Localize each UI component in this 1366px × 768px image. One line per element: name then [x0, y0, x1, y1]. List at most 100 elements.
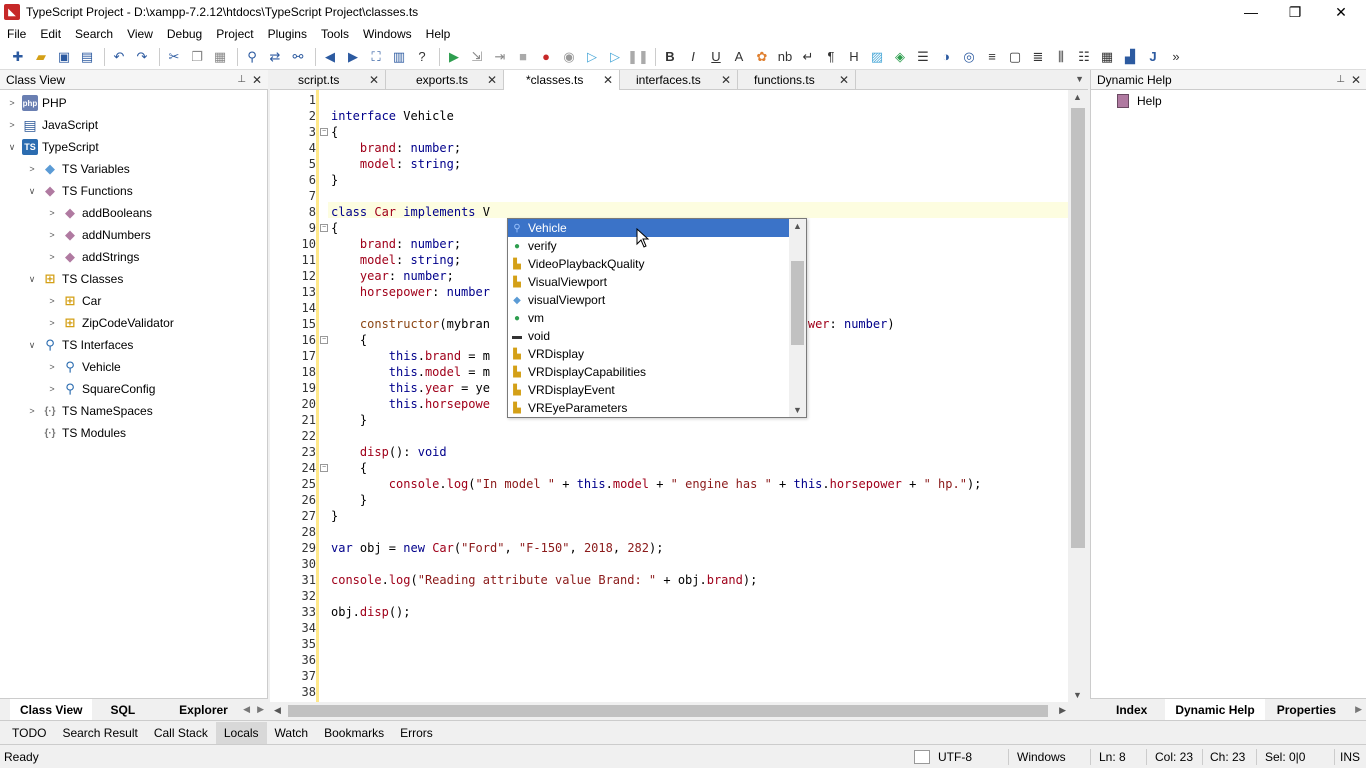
close-tab-icon[interactable]: ✕ — [369, 73, 379, 87]
status-encoding[interactable]: UTF-8 — [938, 745, 972, 768]
close-window-button[interactable]: ✕ — [1318, 0, 1364, 24]
underline-icon[interactable]: U — [706, 47, 726, 67]
tree-item-addstrings[interactable]: > ◆ addStrings — [0, 246, 268, 268]
back-icon[interactable]: ◀ — [320, 47, 340, 67]
tab-functions-ts[interactable]: functions.ts ✕ — [738, 70, 856, 90]
expand-arrow-icon[interactable]: > — [6, 120, 18, 130]
editor-horizontal-scrollbar[interactable]: ◀ ▶ — [270, 702, 1070, 720]
collapse-arrow-icon[interactable]: ∨ — [26, 340, 38, 351]
editor-vertical-scrollbar[interactable]: ▲ ▼ — [1068, 90, 1088, 702]
scrollbar-thumb[interactable] — [288, 705, 1048, 717]
autocomplete-item[interactable]: ▙ VRDisplayCapabilities — [508, 363, 806, 381]
run-icon[interactable]: ▶ — [444, 47, 464, 67]
status-line-ending[interactable]: Windows — [1017, 745, 1066, 768]
find-icon[interactable]: ⚲ — [242, 47, 262, 67]
more-tools-icon[interactable]: » — [1166, 47, 1186, 67]
expand-arrow-icon[interactable]: > — [46, 252, 58, 262]
nonbreaking-space-icon[interactable]: nb — [775, 47, 795, 67]
tree-item-ts-interfaces[interactable]: ∨ ⚲ TS Interfaces — [0, 334, 268, 356]
tree-item-vehicle[interactable]: > ⚲ Vehicle — [0, 356, 268, 378]
tree-item-addbooleans[interactable]: > ◆ addBooleans — [0, 202, 268, 224]
scroll-left-icon[interactable]: ◀ — [274, 705, 281, 716]
save-icon[interactable]: ▣ — [54, 47, 74, 67]
collapse-arrow-icon[interactable]: ∨ — [26, 274, 38, 285]
scroll-down-icon[interactable]: ▼ — [1073, 690, 1082, 700]
autocomplete-item[interactable]: ▙ VREyeParameters — [508, 399, 806, 417]
autocomplete-item[interactable]: ● verify — [508, 237, 806, 255]
pin-icon[interactable]: ⊥ — [237, 74, 246, 85]
list-icon[interactable]: ☷ — [1074, 47, 1094, 67]
scrollbar-thumb[interactable] — [1071, 108, 1085, 548]
expand-arrow-icon[interactable]: > — [46, 384, 58, 394]
collapse-arrow-icon[interactable]: ∨ — [26, 186, 38, 197]
autocomplete-item[interactable]: ▙ VRDisplayEvent — [508, 381, 806, 399]
autocomplete-item[interactable]: ▙ VRDisplay — [508, 345, 806, 363]
cut-icon[interactable]: ✂ — [164, 47, 184, 67]
anchor-icon[interactable]: ◎ — [959, 47, 979, 67]
menu-windows[interactable]: Windows — [356, 24, 419, 44]
tab-exports-ts[interactable]: exports.ts ✕ — [386, 70, 504, 90]
expand-arrow-icon[interactable]: > — [46, 296, 58, 306]
undo-icon[interactable]: ↶ — [109, 47, 129, 67]
close-icon[interactable]: ✕ — [1351, 73, 1361, 87]
tab-properties[interactable]: Properties — [1267, 699, 1346, 721]
collapse-arrow-icon[interactable]: ∨ — [6, 142, 18, 153]
save-all-icon[interactable]: ▤ — [77, 47, 97, 67]
scroll-right-icon[interactable]: ▶ — [257, 704, 264, 715]
menu-file[interactable]: File — [0, 24, 33, 44]
autocomplete-item[interactable]: ▙ VisualViewport — [508, 273, 806, 291]
tab-watch[interactable]: Watch — [267, 722, 317, 744]
font-icon[interactable]: A — [729, 47, 749, 67]
scroll-left-icon[interactable]: ◀ — [243, 704, 250, 715]
comment-icon[interactable]: ◑ — [936, 47, 956, 67]
tree-item-ts-classes[interactable]: ∨ ⊞ TS Classes — [0, 268, 268, 290]
breakpoint-icon[interactable]: ● — [536, 47, 556, 67]
expand-arrow-icon[interactable]: > — [46, 362, 58, 372]
form-icon[interactable]: ▟ — [1120, 47, 1140, 67]
help-item[interactable]: Help — [1117, 94, 1162, 108]
close-tab-icon[interactable]: ✕ — [839, 73, 849, 87]
scrollbar-thumb[interactable] — [791, 261, 804, 345]
clear-breakpoints-icon[interactable]: ◉ — [559, 47, 579, 67]
table-icon[interactable]: ▦ — [1097, 47, 1117, 67]
replace-icon[interactable]: ⇄ — [265, 47, 285, 67]
menu-edit[interactable]: Edit — [33, 24, 68, 44]
horizontal-rule-icon[interactable]: ☰ — [913, 47, 933, 67]
tab-dynamic-help[interactable]: Dynamic Help — [1165, 698, 1265, 721]
tab-bookmarks[interactable]: Bookmarks — [316, 722, 392, 744]
new-file-icon[interactable]: ✚ — [8, 47, 28, 67]
menu-search[interactable]: Search — [68, 24, 120, 44]
fold-toggle-icon[interactable]: − — [320, 224, 328, 232]
fullscreen-icon[interactable]: ⛶ — [366, 47, 386, 67]
tree-item-squareconfig[interactable]: > ⚲ SquareConfig — [0, 378, 268, 400]
tab-class-view[interactable]: Class View — [10, 698, 93, 721]
link-icon[interactable]: ◈ — [890, 47, 910, 67]
expand-arrow-icon[interactable]: > — [26, 406, 38, 416]
italic-icon[interactable]: I — [683, 47, 703, 67]
heading-icon[interactable]: H — [844, 47, 864, 67]
fold-toggle-icon[interactable]: − — [320, 336, 328, 344]
tab-explorer[interactable]: Explorer — [169, 699, 238, 721]
tree-item-car[interactable]: > ⊞ Car — [0, 290, 268, 312]
columns-icon[interactable]: ⫼ — [1051, 47, 1071, 67]
status-insert-mode[interactable]: INS — [1340, 745, 1360, 768]
line-break-icon[interactable]: ↵ — [798, 47, 818, 67]
stop-icon[interactable]: ■ — [513, 47, 533, 67]
open-folder-icon[interactable]: ▰ — [31, 47, 51, 67]
autocomplete-item[interactable]: ◆ visualViewport — [508, 291, 806, 309]
tab-script-ts[interactable]: script.ts ✕ — [270, 70, 386, 90]
step-over-icon[interactable]: ⇥ — [490, 47, 510, 67]
pause-icon[interactable]: ❚❚ — [627, 47, 649, 67]
tree-item-ts-variables[interactable]: > ◆ TS Variables — [0, 158, 268, 180]
tree-item-typescript[interactable]: ∨ TS TypeScript — [0, 136, 268, 158]
frame-icon[interactable]: ▢ — [1005, 47, 1025, 67]
javascript-icon[interactable]: J — [1143, 47, 1163, 67]
scroll-right-icon[interactable]: ▶ — [1355, 704, 1362, 715]
tree-item-ts-modules[interactable]: {·} TS Modules — [0, 422, 268, 444]
restore-button[interactable]: ❐ — [1272, 0, 1318, 24]
tab-classes-ts[interactable]: *classes.ts ✕ — [504, 70, 620, 90]
redo-icon[interactable]: ↷ — [132, 47, 152, 67]
tab-search-result[interactable]: Search Result — [54, 722, 145, 744]
scroll-down-icon[interactable]: ▼ — [793, 405, 802, 415]
menu-tools[interactable]: Tools — [314, 24, 356, 44]
